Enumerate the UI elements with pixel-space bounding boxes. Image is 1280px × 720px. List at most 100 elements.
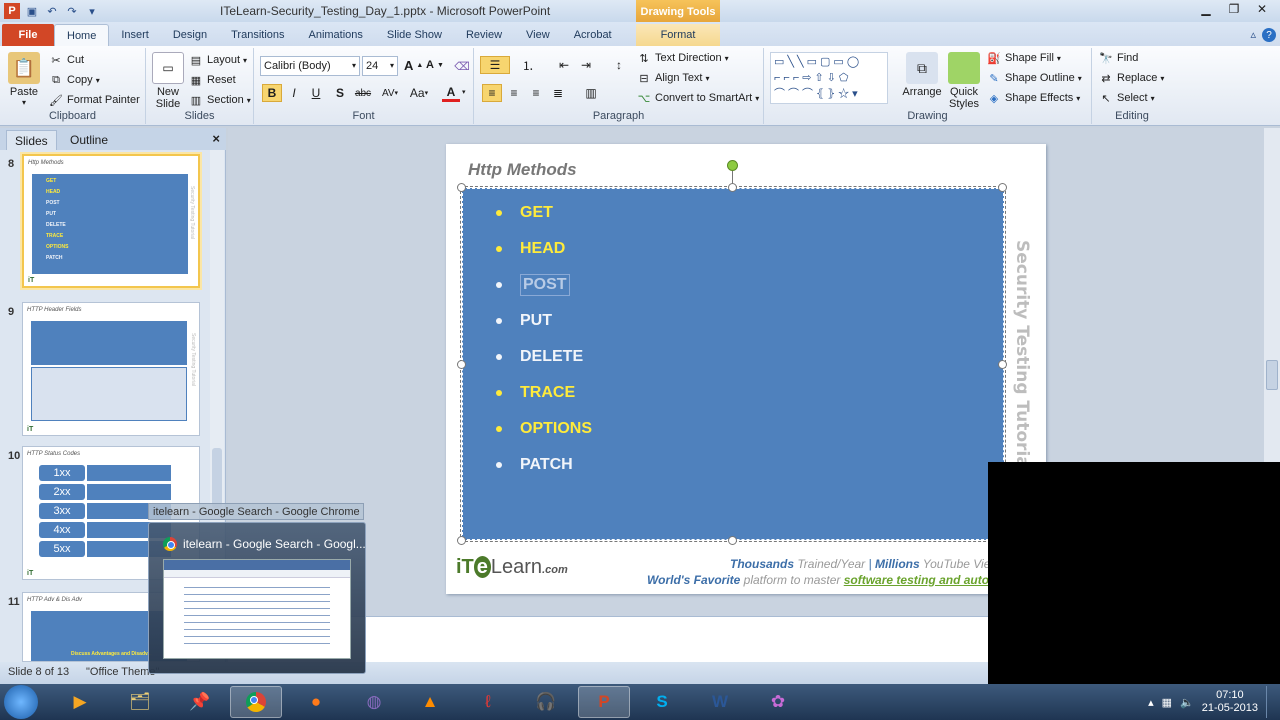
minimize-button[interactable]: ▁ bbox=[1192, 0, 1220, 18]
bullet-item[interactable]: PATCH bbox=[496, 450, 796, 480]
tab-slides[interactable]: Slides bbox=[6, 130, 57, 150]
bullet-item[interactable]: HEAD bbox=[496, 234, 796, 264]
word-icon[interactable]: W bbox=[694, 686, 746, 718]
tab-review[interactable]: Review bbox=[454, 24, 514, 46]
show-desktop-button[interactable] bbox=[1266, 686, 1276, 718]
find-button[interactable]: 🔭 Find bbox=[1098, 50, 1138, 66]
tab-design[interactable]: Design bbox=[161, 24, 219, 46]
resize-handle-bm[interactable] bbox=[728, 536, 737, 545]
close-pane-icon[interactable]: × bbox=[212, 131, 220, 146]
powerpoint-icon[interactable]: P bbox=[4, 3, 20, 19]
rotation-handle[interactable] bbox=[727, 160, 738, 171]
decrease-indent-button[interactable]: ⇤ bbox=[554, 56, 574, 74]
bullet-item[interactable]: TRACE bbox=[496, 378, 796, 408]
acrobat-icon[interactable]: ℓ bbox=[462, 686, 514, 718]
grow-font-button[interactable]: A ▲ bbox=[404, 58, 423, 73]
copy-button[interactable]: ⧉ Copy ▾ bbox=[48, 72, 100, 88]
tab-transitions[interactable]: Transitions bbox=[219, 24, 296, 46]
slide-title[interactable]: Http Methods bbox=[468, 160, 577, 180]
arrange-button[interactable]: ⧉ Arrange bbox=[902, 52, 942, 98]
tab-insert[interactable]: Insert bbox=[109, 24, 161, 46]
tray-expand-icon[interactable]: ▴ bbox=[1148, 696, 1154, 709]
align-center-button[interactable]: ≡ bbox=[504, 84, 524, 102]
shadow-button[interactable]: S bbox=[330, 84, 350, 102]
reset-button[interactable]: ▦ Reset bbox=[188, 72, 236, 88]
font-size-dropdown[interactable]: 24 ▾ bbox=[362, 56, 398, 76]
customize-qat-icon[interactable]: ▾ bbox=[84, 3, 100, 19]
underline-button[interactable]: U bbox=[306, 84, 326, 102]
shapes-gallery[interactable]: ▭╲╲▭▢▭◯ ⌐⌐⌐⇨⇧⇩⬠ ⌒⌒⌒⦃⦄☆▾ bbox=[770, 52, 888, 104]
shrink-font-button[interactable]: A ▼ bbox=[426, 59, 444, 71]
bold-button[interactable]: B bbox=[262, 84, 282, 102]
text-direction-button[interactable]: ⇅ Text Direction ▾ bbox=[636, 50, 728, 66]
eclipse-icon[interactable]: ◍ bbox=[348, 686, 400, 718]
convert-smartart-button[interactable]: ⌥ Convert to SmartArt ▾ bbox=[636, 90, 760, 106]
file-explorer-icon[interactable]: 🗂 bbox=[114, 686, 166, 718]
redo-icon[interactable]: ↷ bbox=[64, 3, 80, 19]
cut-button[interactable]: ✂ Cut bbox=[48, 52, 84, 68]
shape-fill-button[interactable]: ⛽ Shape Fill ▾ bbox=[986, 50, 1061, 66]
clock[interactable]: 07:10 21-05-2013 bbox=[1202, 689, 1258, 715]
paste-button[interactable]: 📋 Paste ▾ bbox=[6, 52, 42, 107]
numbering-button[interactable]: ⒈ bbox=[514, 56, 542, 74]
change-case-button[interactable]: Aa ▾ bbox=[406, 84, 432, 102]
layout-button[interactable]: ▤ Layout ▾ bbox=[188, 52, 247, 68]
editor-scroll-thumb[interactable] bbox=[1266, 360, 1278, 390]
resize-handle-bl[interactable] bbox=[457, 536, 466, 545]
italic-button[interactable]: I bbox=[284, 84, 304, 102]
resize-handle-mr[interactable] bbox=[998, 360, 1007, 369]
clear-formatting-button[interactable]: ⌫ bbox=[454, 58, 470, 74]
resize-handle-tm[interactable] bbox=[728, 183, 737, 192]
bullet-item[interactable]: GET bbox=[496, 198, 796, 228]
pane-scroll-thumb[interactable] bbox=[212, 448, 222, 508]
replace-button[interactable]: ⇄ Replace ▾ bbox=[1098, 70, 1164, 86]
new-slide-button[interactable]: ▭ New Slide bbox=[150, 52, 186, 110]
increase-indent-button[interactable]: ⇥ bbox=[576, 56, 596, 74]
vlc-icon[interactable]: ▲ bbox=[404, 686, 456, 718]
format-painter-button[interactable]: 🖌 Format Painter bbox=[48, 92, 140, 108]
tab-outline[interactable]: Outline bbox=[62, 130, 116, 150]
align-right-button[interactable]: ≡ bbox=[526, 84, 546, 102]
pin-icon[interactable]: 📌 bbox=[174, 686, 226, 718]
headset-icon[interactable]: 🎧 bbox=[520, 686, 572, 718]
align-left-button[interactable]: ≡ bbox=[482, 84, 502, 102]
tab-acrobat[interactable]: Acrobat bbox=[562, 24, 624, 46]
media-player-icon[interactable]: ▶ bbox=[54, 686, 106, 718]
bullet-item[interactable]: POST bbox=[496, 270, 796, 300]
preview-screenshot[interactable] bbox=[163, 559, 351, 659]
char-spacing-button[interactable]: AV ▾ bbox=[378, 84, 402, 102]
quick-styles-button[interactable]: Quick Styles bbox=[944, 52, 984, 110]
volume-icon[interactable]: 🔈 bbox=[1180, 696, 1194, 709]
columns-button[interactable]: ▥ bbox=[578, 84, 604, 102]
tab-animations[interactable]: Animations bbox=[297, 24, 375, 46]
tab-format[interactable]: Format bbox=[636, 24, 720, 46]
font-family-dropdown[interactable]: Calibri (Body) ▾ bbox=[260, 56, 360, 76]
flower-app-icon[interactable]: ✿ bbox=[752, 686, 804, 718]
start-button[interactable] bbox=[4, 685, 38, 719]
justify-button[interactable]: ≣ bbox=[548, 84, 568, 102]
tab-slide-show[interactable]: Slide Show bbox=[375, 24, 454, 46]
maximize-button[interactable]: ❐ bbox=[1220, 0, 1248, 18]
firefox-icon[interactable]: ● bbox=[290, 686, 342, 718]
chrome-thumbnail-preview[interactable]: itelearn - Google Search - Googl... bbox=[148, 522, 366, 674]
skype-icon[interactable]: S bbox=[636, 686, 688, 718]
bullet-item[interactable]: OPTIONS bbox=[496, 414, 796, 444]
slide-thumbnail-8[interactable]: Http Methods GET HEAD POST PUT DELETE TR… bbox=[22, 154, 200, 288]
line-spacing-button[interactable]: ↕ bbox=[606, 56, 632, 74]
tab-file[interactable]: File bbox=[2, 24, 54, 46]
bullets-button[interactable]: ☰ bbox=[480, 56, 510, 74]
section-button[interactable]: ▥ Section ▾ bbox=[188, 92, 251, 108]
chrome-taskbar-icon[interactable] bbox=[230, 686, 282, 718]
select-button[interactable]: ↖ Select ▾ bbox=[1098, 90, 1154, 106]
close-button[interactable]: ✕ bbox=[1248, 0, 1276, 18]
minimize-ribbon-icon[interactable]: ▵ bbox=[1250, 28, 1256, 42]
undo-icon[interactable]: ↶ bbox=[44, 3, 60, 19]
resize-handle-tl[interactable] bbox=[457, 183, 466, 192]
align-text-button[interactable]: ⊟ Align Text ▾ bbox=[636, 70, 709, 86]
slide-thumbnail-9[interactable]: HTTP Header Fields Security Testing Tuto… bbox=[22, 302, 200, 436]
strikethrough-button[interactable]: abc bbox=[352, 84, 374, 102]
resize-handle-ml[interactable] bbox=[457, 360, 466, 369]
shape-outline-button[interactable]: ✎ Shape Outline ▾ bbox=[986, 70, 1081, 86]
shape-effects-button[interactable]: ◈ Shape Effects ▾ bbox=[986, 90, 1081, 106]
bullet-item[interactable]: PUT bbox=[496, 306, 796, 336]
